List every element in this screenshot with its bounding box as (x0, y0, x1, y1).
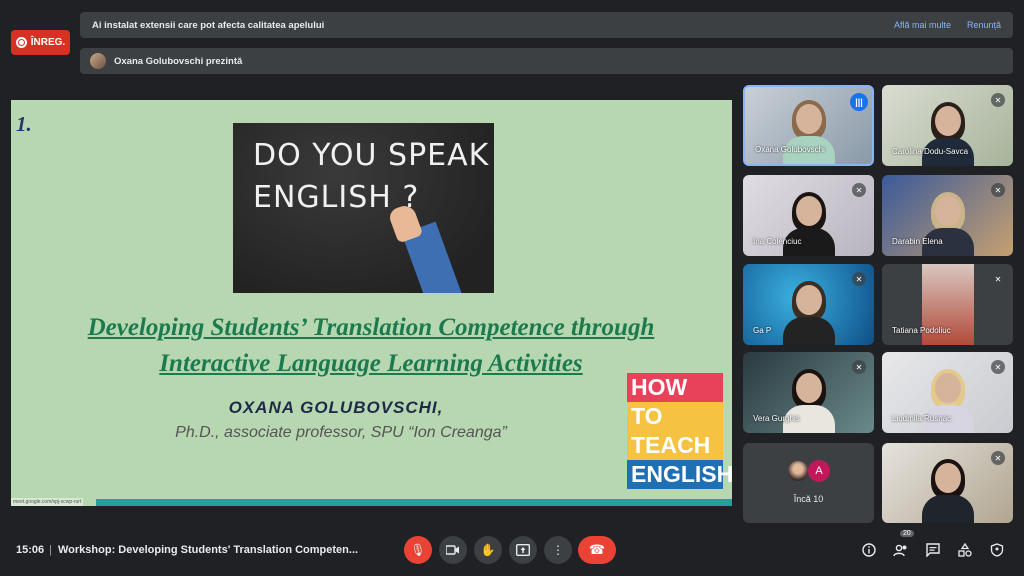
presenting-text: Oxana Golubovschi prezintă (114, 55, 243, 67)
record-icon (15, 37, 27, 48)
slide-title-line2: Interactive Language Learning Activities (159, 350, 583, 377)
meeting-url: meet.google.com/vpj-xcwp-rurt (11, 498, 84, 506)
participant-tile[interactable]: ✕ Tatiana Podoliuc (882, 264, 1013, 345)
recording-badge[interactable]: ÎNREG. (11, 30, 70, 55)
participant-tile[interactable]: ✕ Vera Gurghis (743, 352, 874, 433)
present-screen-icon (516, 544, 530, 556)
clock: 15:06 (16, 544, 45, 556)
more-options-button[interactable]: ⋮ (544, 536, 572, 564)
activities-button[interactable] (956, 541, 974, 559)
slide-footer-strip (96, 499, 732, 506)
blackboard-image: DO YOU SPEAK ENGLISH ? (233, 123, 494, 293)
logo-line: ENGLISH (627, 460, 732, 489)
mic-off-icon: ✕ (852, 360, 866, 374)
more-vertical-icon: ⋮ (552, 543, 564, 557)
more-participants-tile[interactable]: A Încă 10 (743, 443, 874, 523)
participant-video (779, 190, 839, 256)
participant-name: Carolina Dodu-Savca (892, 147, 969, 156)
participant-name: Ga P (753, 326, 772, 335)
speaking-indicator-icon: ||| (850, 93, 868, 111)
participant-name: Tatiana Podoliuc (892, 326, 951, 335)
mic-off-icon: ✕ (991, 272, 1005, 286)
participant-video (918, 100, 978, 166)
chat-icon (926, 543, 940, 557)
logo-line: TO TEACH (627, 402, 723, 460)
hang-up-icon: ☎ (588, 542, 606, 557)
meeting-title: Workshop: Developing Students' Translati… (58, 544, 359, 556)
dismiss-link[interactable]: Renunță (967, 20, 1001, 30)
self-view-tile[interactable]: ✕ (882, 443, 1013, 523)
participant-video (779, 98, 839, 164)
blackboard-text: DO YOU SPEAK ENGLISH ? (253, 138, 490, 215)
leave-call-button[interactable]: ☎ (578, 536, 616, 564)
shield-icon (990, 543, 1004, 557)
participant-video (779, 279, 839, 345)
camera-icon (446, 545, 459, 555)
participant-video (918, 367, 978, 433)
participant-tile[interactable]: ✕ Ga P (743, 264, 874, 345)
slide-number: 1. (16, 112, 32, 136)
slide-subtitle: Ph.D., associate professor, SPU “Ion Cre… (175, 424, 507, 441)
meeting-details-button[interactable] (860, 541, 878, 559)
slide-author: OXANA GOLUBOVSCHI, (228, 398, 444, 417)
present-button[interactable] (509, 536, 537, 564)
participant-name: Darabin Elena (892, 237, 943, 246)
participant-video (918, 457, 978, 523)
presenting-bar: Oxana Golubovschi prezintă (80, 48, 1013, 74)
microphone-button[interactable]: 🎙 (404, 536, 432, 564)
mic-off-icon: ✕ (991, 360, 1005, 374)
participant-avatar-letter: A (808, 460, 830, 482)
participant-name: Oxana Golubovschi (755, 145, 825, 154)
people-button[interactable] (892, 541, 910, 559)
learn-more-link[interactable]: Află mai multe (894, 20, 951, 30)
chat-button[interactable] (924, 541, 942, 559)
hand-icon: ✋ (480, 543, 496, 557)
slide-title: Developing Students’ Translation Compete… (31, 310, 711, 382)
warning-text: Ai instalat extensii care pot afecta cal… (92, 19, 325, 31)
participant-name: Liudmila Rusnac (892, 414, 952, 423)
mic-off-icon: 🎙 (410, 543, 426, 557)
mic-off-icon: ✕ (991, 451, 1005, 465)
presentation-slide: 1. DO YOU SPEAK ENGLISH ? Developing Stu… (11, 100, 732, 506)
presenter-avatar (90, 53, 106, 69)
logo-line: HOW (627, 373, 723, 402)
how-to-teach-english-logo: HOW TO TEACH ENGLISH (627, 373, 732, 489)
shapes-icon (958, 543, 972, 557)
slide-title-line1: Developing Students’ Translation Compete… (87, 314, 655, 341)
separator: | (49, 544, 52, 556)
participant-name: Vera Gurghis (753, 414, 800, 423)
participant-video (779, 367, 839, 433)
people-icon (893, 544, 907, 557)
more-participants-label: Încă 10 (793, 494, 824, 504)
participant-tile[interactable]: ||| Oxana Golubovschi (743, 85, 874, 166)
recording-label: ÎNREG. (30, 37, 66, 48)
hand-with-chalk-image (401, 221, 463, 293)
extensions-warning-bar: Ai instalat extensii care pot afecta cal… (80, 12, 1013, 38)
camera-button[interactable] (439, 536, 467, 564)
participant-tile[interactable]: ✕ Carolina Dodu-Savca (882, 85, 1013, 166)
participant-video (918, 190, 978, 256)
mic-off-icon: ✕ (991, 183, 1005, 197)
participant-name: Ina Colenciuc (753, 237, 802, 246)
raise-hand-button[interactable]: ✋ (474, 536, 502, 564)
mic-off-icon: ✕ (852, 183, 866, 197)
participant-avatar (787, 460, 809, 482)
participant-tile[interactable]: ✕ Liudmila Rusnac (882, 352, 1013, 433)
mic-off-icon: ✕ (852, 272, 866, 286)
participant-tile[interactable]: ✕ Darabin Elena (882, 175, 1013, 256)
participant-tile[interactable]: ✕ Ina Colenciuc (743, 175, 874, 256)
info-icon (862, 543, 876, 557)
participant-count-badge: 20 (900, 530, 914, 537)
host-controls-button[interactable] (988, 541, 1006, 559)
meeting-control-bar: 15:06 | Workshop: Developing Students' T… (0, 530, 1024, 570)
mic-off-icon: ✕ (991, 93, 1005, 107)
